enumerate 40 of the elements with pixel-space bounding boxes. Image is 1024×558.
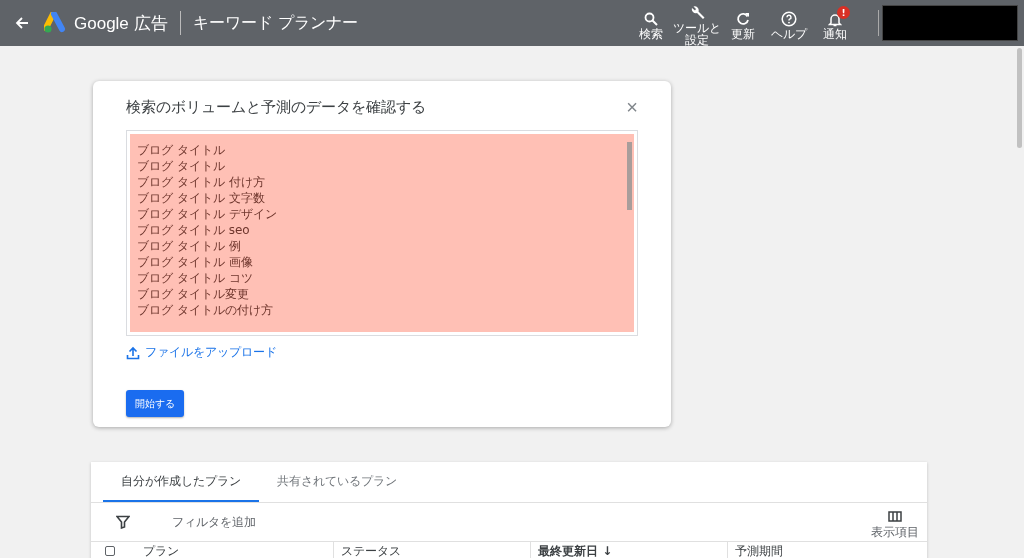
refresh-icon: [736, 12, 750, 26]
keyword-line: ブログ タイトルの付け方: [137, 302, 274, 318]
filter-icon[interactable]: [116, 515, 130, 529]
keyword-line: ブログ タイトル デザイン: [137, 206, 277, 222]
plan-tab[interactable]: 自分が作成したプラン: [103, 462, 259, 502]
filter-field[interactable]: フィルタを追加: [172, 513, 256, 531]
keyword-line: ブログ タイトル 例: [137, 238, 242, 254]
keyword-field[interactable]: ブログ タイトル ブログ タイトル ブログ タイトル 付け方 ブログ タイトル 文字数 ブログ タイトル デザイン ブログ タイトル seo ブログ タイトル 例 ブログ タイトル 画像 ブログ タイトル コツ ブログ タイトル変更 ブログ タイトルの付け方: [126, 130, 638, 336]
close-button[interactable]: ×: [626, 97, 638, 117]
page-title: キーワード プランナー: [192, 12, 358, 34]
scrollbar-thumb[interactable]: [627, 142, 632, 210]
column-header[interactable]: 予測期間: [727, 542, 783, 558]
columns-button[interactable]: 表示項目: [871, 511, 919, 541]
keyword-line: ブログ タイトル 文字数: [137, 190, 266, 206]
plan-tab[interactable]: 共有されているプラン: [259, 462, 415, 502]
help-icon: [781, 11, 797, 27]
brand-name: Google 広告: [74, 12, 168, 35]
columns-icon: [888, 511, 902, 522]
keyword-line: ブログ タイトル変更: [137, 286, 250, 302]
upload-link[interactable]: ファイルをアップロード: [126, 344, 277, 361]
upload-icon: [126, 345, 140, 360]
search-icon: [644, 12, 658, 26]
notification-badge: !: [837, 6, 850, 19]
keyword-line: ブログ タイトル 付け方: [137, 174, 266, 190]
column-header[interactable]: ステータス: [333, 542, 530, 558]
keyword-line: ブログ タイトル: [137, 142, 226, 158]
select-all-checkbox[interactable]: [105, 546, 115, 556]
column-header[interactable]: 最終更新日 ↓: [530, 542, 727, 558]
column-header[interactable]: プラン: [143, 542, 333, 558]
page-scrollbar[interactable]: [1017, 48, 1022, 148]
keyword-line: ブログ タイトル コツ: [137, 270, 254, 286]
start-button[interactable]: 開始する: [126, 390, 184, 417]
ads-logo-icon: [44, 12, 68, 34]
keyword-line: ブログ タイトル 画像: [137, 254, 254, 270]
wrench-icon: [689, 5, 705, 21]
back-arrow-icon: [14, 15, 30, 31]
bell-icon: [828, 11, 842, 27]
keyword-line: ブログ タイトル seo: [137, 222, 251, 238]
keyword-line: ブログ タイトル: [137, 158, 226, 174]
dialog-title: 検索のボリュームと予測のデータを確認する: [126, 97, 426, 117]
